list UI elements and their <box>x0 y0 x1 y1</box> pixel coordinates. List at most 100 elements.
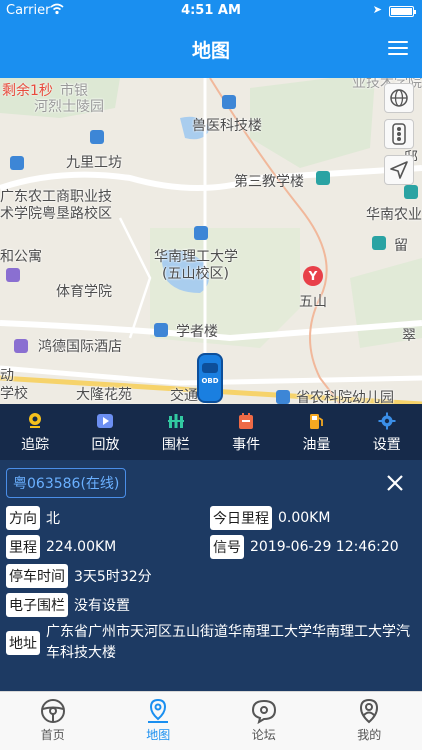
map-label-vet-tech: 兽医科技楼 <box>192 118 262 134</box>
vehicle-plate-badge[interactable]: 粤063586(在线) <box>6 468 127 498</box>
tab-home[interactable]: 首页 <box>0 692 106 750</box>
tool-playback-label: 回放 <box>91 437 120 453</box>
building-icon <box>90 130 104 144</box>
profile-icon <box>360 698 379 724</box>
map-label-scholar: 学者楼 <box>176 324 218 340</box>
address-row: 地址 广东省广州市天河区五山街道华南理工大学华南理工大学汽车科技大楼 <box>6 622 416 664</box>
close-icon[interactable] <box>386 474 404 492</box>
tool-settings[interactable]: 设置 <box>352 404 422 460</box>
parking-label: 停车时间 <box>6 564 68 588</box>
tool-fuel-label: 油量 <box>302 437 331 453</box>
tab-profile[interactable]: 我的 <box>317 692 422 750</box>
tool-fence[interactable]: 围栏 <box>141 404 211 460</box>
location-arrow-icon: ➤ <box>372 3 382 16</box>
map-label-study-abroad: 留 <box>394 238 408 254</box>
tab-forum-label: 论坛 <box>251 728 276 742</box>
tab-profile-label: 我的 <box>357 728 382 742</box>
tool-events[interactable]: 事件 <box>211 404 281 460</box>
map-label-cui: 翠 <box>402 328 416 344</box>
event-icon <box>239 413 254 429</box>
direction-value: 北 <box>46 511 60 527</box>
building-icon <box>154 323 168 337</box>
tab-map[interactable]: 地图 <box>106 692 212 750</box>
bottom-tab-bar: 首页 地图 论坛 我的 <box>0 691 422 750</box>
map-label-park: 河烈士陵园 <box>34 99 104 115</box>
location-pin-icon <box>29 413 42 428</box>
map-label-wushan: 五山 <box>299 294 327 310</box>
map-label-jiaotong: 交通 <box>170 388 198 404</box>
map-label-south-agri: 华南农业 <box>366 207 422 223</box>
hotel-icon <box>6 268 20 282</box>
map-label-hongde-hotel: 鸿德国际酒店 <box>38 339 122 355</box>
tool-events-label: 事件 <box>232 437 261 453</box>
tool-settings-label: 设置 <box>372 437 401 453</box>
hamburger-menu-icon[interactable] <box>388 41 408 57</box>
today-mileage-label: 今日里程 <box>210 506 272 530</box>
signal-label: 信号 <box>210 535 244 559</box>
tool-playback[interactable]: 回放 <box>70 404 140 460</box>
fuel-icon <box>310 414 324 429</box>
fence-label: 电子围栏 <box>6 593 68 617</box>
map-label-apartment: 和公寓 <box>0 249 42 265</box>
map-label-school-2: 学校 <box>0 386 28 402</box>
tool-fence-label: 围栏 <box>161 437 190 453</box>
school-icon <box>194 226 208 240</box>
tab-forum[interactable]: 论坛 <box>211 692 317 750</box>
metro-icon[interactable]: Y <box>303 266 323 286</box>
fence-icon <box>167 414 184 428</box>
map-label-teaching3: 第三教学楼 <box>234 174 304 190</box>
map-view[interactable]: 剩余1秒 市银 河烈士陵园 业技术学院 兽医科技楼 九里工坊 第三教学楼 邸 广… <box>0 78 422 404</box>
map-label-school-1: 动 <box>0 368 14 384</box>
direction-label: 方向 <box>6 506 40 530</box>
play-icon <box>97 414 114 428</box>
traffic-button[interactable] <box>384 119 414 149</box>
building-icon <box>404 185 418 199</box>
tool-fuel[interactable]: 油量 <box>281 404 351 460</box>
status-bar: Carrier 4:51 AM ➤ <box>0 0 422 22</box>
tool-track-label: 追踪 <box>21 437 50 453</box>
parking-value: 3天5时32分 <box>74 569 152 585</box>
vehicle-info-panel: 粤063586(在线) 方向 北 今日里程 0.00KM 里程 224.00KM… <box>0 460 422 691</box>
address-label: 地址 <box>6 631 40 655</box>
map-label-pe-college: 体育学院 <box>56 284 112 300</box>
building-icon <box>372 236 386 250</box>
home-icon <box>10 156 24 170</box>
map-layer-button[interactable] <box>384 83 414 113</box>
map-label-scut-2: (五山校区) <box>162 266 229 282</box>
fence-value: 没有设置 <box>74 598 130 614</box>
locate-button[interactable] <box>384 155 414 185</box>
map-label-gd-agri-2: 术学院粤垦路校区 <box>0 206 112 222</box>
gear-icon <box>378 412 396 430</box>
tab-map-label: 地图 <box>146 728 171 742</box>
address-value: 广东省广州市天河区五山街道华南理工大学华南理工大学汽车科技大楼 <box>46 624 410 661</box>
map-label-kindergarten: 省农科院幼儿园 <box>296 390 394 404</box>
map-pin-icon <box>148 698 169 723</box>
building-icon <box>222 95 236 109</box>
clock: 4:51 AM <box>181 3 241 18</box>
today-mileage-value: 0.00KM <box>278 510 331 526</box>
vehicle-marker[interactable]: OBD <box>197 353 223 403</box>
navigation-arrow-icon <box>390 161 408 179</box>
battery-icon <box>389 6 416 17</box>
action-toolbar: 追踪 回放 围栏 事件 油量 设置 <box>0 404 422 460</box>
vehicle-marker-label: OBD <box>201 377 219 385</box>
today-mileage-row: 今日里程 0.00KM <box>210 506 330 530</box>
page-title: 地图 <box>191 40 230 62</box>
building-icon <box>276 390 290 404</box>
globe-icon <box>390 89 408 107</box>
mileage-label: 里程 <box>6 535 40 559</box>
signal-row: 信号 2019-06-29 12:46:20 <box>210 535 399 559</box>
map-label-dalong: 大隆花苑 <box>76 387 132 403</box>
tab-home-label: 首页 <box>40 728 65 742</box>
parking-row: 停车时间 3天5时32分 <box>6 564 152 588</box>
top-bar: Carrier 4:51 AM ➤ 地图 <box>0 0 422 78</box>
hotel-icon <box>14 339 28 353</box>
steering-wheel-icon <box>40 699 65 723</box>
tool-track[interactable]: 追踪 <box>0 404 70 460</box>
chat-bubble-icon <box>251 699 276 724</box>
mileage-value: 224.00KM <box>46 539 117 555</box>
traffic-light-icon <box>392 123 406 145</box>
building-icon <box>316 171 330 185</box>
fence-row: 电子围栏 没有设置 <box>6 593 130 617</box>
mileage-row: 里程 224.00KM <box>6 535 116 559</box>
